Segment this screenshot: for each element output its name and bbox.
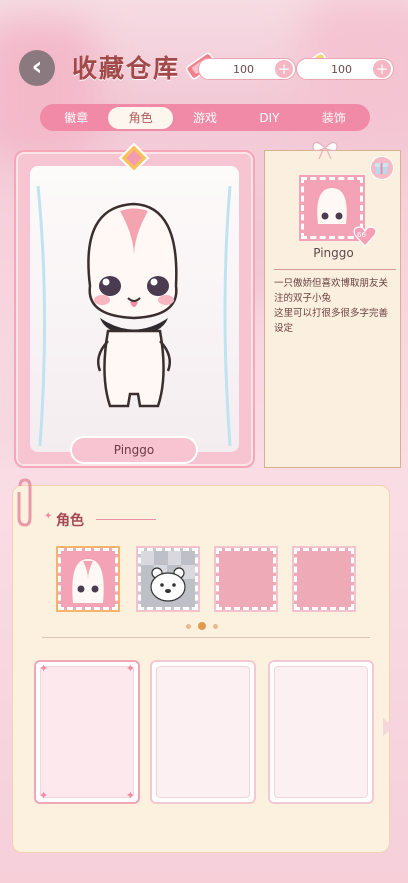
collection-slot-bunny[interactable] [56, 546, 120, 612]
character-name-label: Pinggo [313, 246, 354, 260]
page-indicator [186, 622, 218, 630]
collection-slot-bear[interactable] [136, 546, 200, 612]
page-dot[interactable] [186, 623, 191, 629]
tab-diy[interactable]: DIY [237, 107, 301, 129]
add-ticket-button[interactable]: + [274, 59, 294, 79]
coupon-currency: 100 + [296, 58, 394, 80]
section-title: 角色 [56, 513, 84, 529]
card-frame[interactable] [268, 660, 374, 804]
tab-characters[interactable]: 角色 [108, 106, 173, 129]
section-title-underline [96, 519, 156, 520]
chevron-left-icon: ‹ [31, 51, 43, 82]
next-page-arrow-icon[interactable] [383, 718, 394, 736]
card-frame[interactable] [150, 660, 256, 804]
character-display [30, 166, 239, 452]
sparkle-icon: ✦ [39, 662, 49, 675]
collection-slot-empty[interactable] [214, 546, 278, 612]
gift-button[interactable] [370, 156, 394, 180]
page-dot[interactable] [213, 623, 218, 629]
character-description: 一只傲娇但喜欢博取朋友关注的双子小兔 这里可以打很多很多字完善设定 [274, 269, 396, 336]
page-dot-active[interactable] [198, 622, 206, 630]
bear-icon [141, 551, 195, 607]
category-tabs: 徽章 角色 游戏 DIY 装饰 [40, 104, 370, 131]
sparkle-icon: ✦ [44, 511, 53, 522]
tab-decorations[interactable]: 装饰 [302, 107, 366, 129]
card-frame-pink[interactable]: ✦ ✦ ✦ ✦ [34, 660, 140, 804]
paperclip-icon [17, 478, 32, 527]
bunny-icon [61, 551, 115, 607]
character-card [14, 150, 255, 468]
character-info-panel: 66 Pinggo 一只傲娇但喜欢博取朋友关注的双子小兔 这里可以打很多很多字完… [264, 150, 401, 468]
add-coupon-button[interactable]: + [372, 59, 392, 79]
coupon-count: 100 [331, 62, 352, 76]
ticket-count: 100 [233, 62, 254, 76]
bow-icon [312, 141, 338, 160]
back-button[interactable]: ‹ [19, 50, 55, 86]
sparkle-icon: ✦ [125, 789, 135, 802]
sparkle-icon: ✦ [125, 662, 135, 675]
character-name-plate: Pinggo [70, 436, 198, 464]
divider [42, 637, 370, 638]
page-title: 收藏仓库 [72, 54, 181, 83]
collection-slot-empty[interactable] [292, 546, 356, 612]
sparkle-icon: ✦ [39, 789, 49, 802]
badge-count: 66 [357, 231, 366, 239]
bunny-icon [304, 180, 360, 236]
ticket-currency: 100 + [198, 58, 296, 80]
tab-games[interactable]: 游戏 [173, 107, 237, 129]
bunny-character-illustration [36, 185, 232, 447]
tab-badges[interactable]: 徽章 [44, 107, 108, 129]
gift-icon [375, 163, 388, 174]
diamond-ornament-icon [118, 142, 150, 174]
